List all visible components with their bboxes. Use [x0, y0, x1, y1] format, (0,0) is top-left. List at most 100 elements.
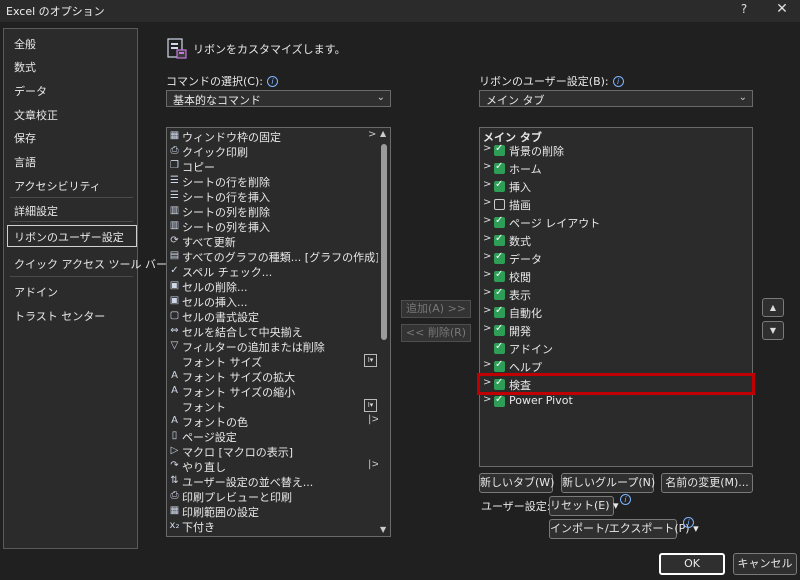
- list-item[interactable]: ▷ マクロ [マクロの表示]: [168, 444, 378, 459]
- list-item[interactable]: ⇔ セルを結合して中央揃え: [168, 324, 378, 339]
- list-item[interactable]: ▤ すべてのグラフの種類... [グラフの作成]: [168, 249, 380, 264]
- nav-item-general[interactable]: 全般: [14, 36, 36, 52]
- tree-item[interactable]: >開発: [483, 323, 749, 339]
- chevron-right-icon[interactable]: >: [483, 251, 491, 262]
- tree-item[interactable]: >ページ レイアウト: [483, 215, 749, 231]
- move-up-button[interactable]: ▲: [762, 298, 784, 317]
- checkbox[interactable]: [494, 199, 505, 210]
- help-button[interactable]: ?: [736, 2, 752, 18]
- tree-item[interactable]: >データ: [483, 251, 749, 267]
- rename-button[interactable]: 名前の変更(M)...: [661, 473, 753, 493]
- list-item[interactable]: フォント サイズ I▾: [168, 354, 378, 369]
- nav-item-proofing[interactable]: 文章校正: [14, 107, 58, 123]
- list-item[interactable]: A フォント サイズの縮小: [168, 384, 378, 399]
- list-item[interactable]: ▣ セルの削除...: [168, 279, 378, 294]
- list-item[interactable]: ▣ セルの挿入...: [168, 294, 378, 309]
- chevron-right-icon[interactable]: >: [483, 215, 491, 226]
- list-item[interactable]: ▥ シートの列を挿入: [168, 219, 378, 234]
- checkbox[interactable]: [494, 394, 505, 407]
- ok-button[interactable]: OK: [659, 553, 725, 575]
- list-item[interactable]: ⎙ クイック印刷: [168, 144, 378, 159]
- scroll-up-arrow-icon[interactable]: ▲: [380, 129, 386, 138]
- tree-item[interactable]: >校閲: [483, 269, 749, 285]
- tree-item[interactable]: >背景の削除: [483, 143, 749, 159]
- new-tab-button[interactable]: 新しいタブ(W): [479, 473, 554, 493]
- nav-item-language[interactable]: 言語: [14, 154, 36, 170]
- tree-item[interactable]: >表示: [483, 287, 749, 303]
- list-item[interactable]: ▥ シートの列を削除: [168, 204, 378, 219]
- cancel-button[interactable]: キャンセル: [733, 553, 797, 575]
- info-icon[interactable]: i: [266, 76, 278, 87]
- ribbon-dropdown[interactable]: メイン タブ ⌄: [479, 90, 753, 107]
- tree-item[interactable]: >自動化: [483, 305, 749, 321]
- checkbox[interactable]: [494, 359, 505, 372]
- info-icon[interactable]: i: [612, 76, 624, 87]
- nav-item-quick-access-toolbar[interactable]: クイック アクセス ツール バー: [14, 256, 167, 272]
- list-item[interactable]: ▦ ウィンドウ枠の固定 >: [168, 129, 378, 144]
- tree-item[interactable]: アドイン: [483, 341, 749, 357]
- nav-item-addins[interactable]: アドイン: [14, 284, 58, 300]
- checkbox[interactable]: [494, 305, 505, 318]
- chevron-right-icon[interactable]: >: [483, 359, 491, 370]
- chevron-right-icon[interactable]: >: [483, 197, 491, 208]
- tree-item[interactable]: > 描画: [483, 197, 749, 213]
- checkbox[interactable]: [494, 323, 505, 336]
- chevron-right-icon[interactable]: >: [483, 233, 491, 244]
- list-item[interactable]: ▭開く: [168, 534, 378, 536]
- chevron-right-icon[interactable]: >: [483, 323, 491, 334]
- ribbon-tabs-tree[interactable]: メイン タブ >背景の削除 >ホーム >挿入 >描画 >ページ レイアウト >数…: [479, 127, 753, 467]
- checkbox[interactable]: [494, 143, 505, 156]
- checkbox[interactable]: [494, 269, 505, 282]
- list-item[interactable]: ✓ スペル チェック...: [168, 264, 378, 279]
- list-item[interactable]: ▢ セルの書式設定: [168, 309, 378, 324]
- close-button[interactable]: ✕: [772, 1, 792, 19]
- list-item[interactable]: ▦ 印刷範囲の設定: [168, 504, 378, 519]
- nav-item-save[interactable]: 保存: [14, 130, 36, 146]
- scroll-down-arrow-icon[interactable]: ▼: [380, 525, 386, 534]
- tree-item[interactable]: >ホーム: [483, 161, 749, 177]
- info-icon[interactable]: i: [683, 517, 694, 528]
- commands-scrollbar-thumb[interactable]: [381, 144, 387, 340]
- move-down-button[interactable]: ▼: [762, 321, 784, 340]
- commands-list[interactable]: ▦ ウィンドウ枠の固定 > ⎙ クイック印刷 ❐ コピー ☰ シートの行を削除 ☰ シートの…: [166, 127, 391, 537]
- list-item[interactable]: x₂ 下付き: [168, 519, 378, 534]
- checkbox[interactable]: [494, 341, 505, 354]
- nav-item-customize-ribbon[interactable]: リボンのユーザー設定: [14, 229, 124, 245]
- chevron-right-icon[interactable]: >: [483, 143, 491, 154]
- list-item[interactable]: ▯ ページ設定: [168, 429, 378, 444]
- nav-item-advanced[interactable]: 詳細設定: [14, 203, 58, 219]
- chevron-right-icon[interactable]: >: [483, 287, 491, 298]
- list-item[interactable]: ⟳ すべて更新: [168, 234, 378, 249]
- nav-item-formulas[interactable]: 数式: [14, 59, 36, 75]
- checkbox[interactable]: [494, 161, 505, 174]
- info-icon[interactable]: i: [620, 494, 631, 505]
- list-item[interactable]: ▽ フィルターの追加または削除: [168, 339, 378, 354]
- list-item[interactable]: ☰ シートの行を挿入: [168, 189, 378, 204]
- checkbox[interactable]: [494, 287, 505, 300]
- list-item[interactable]: A フォント サイズの拡大: [168, 369, 378, 384]
- reset-button[interactable]: リセット(E) ▾: [549, 496, 619, 516]
- tree-item[interactable]: >Power Pivot: [483, 394, 749, 410]
- list-item[interactable]: ⇅ ユーザー設定の並べ替え...: [168, 474, 378, 489]
- chevron-right-icon[interactable]: >: [483, 305, 491, 316]
- new-group-button[interactable]: 新しいグループ(N): [561, 473, 655, 493]
- nav-item-data[interactable]: データ: [14, 83, 47, 99]
- tree-item[interactable]: >数式: [483, 233, 749, 249]
- import-export-button[interactable]: インポート/エクスポート(P) ▾: [549, 519, 699, 539]
- remove-button[interactable]: << 削除(R): [401, 324, 471, 342]
- tree-item[interactable]: >挿入: [483, 179, 749, 195]
- list-item[interactable]: ⎙ 印刷プレビューと印刷: [168, 489, 378, 504]
- commands-dropdown[interactable]: 基本的なコマンド ⌄: [166, 90, 391, 107]
- checkbox[interactable]: [494, 233, 505, 246]
- checkbox[interactable]: [494, 251, 505, 264]
- checkbox[interactable]: [494, 179, 505, 192]
- chevron-right-icon[interactable]: >: [483, 269, 491, 280]
- add-button[interactable]: 追加(A) >>: [401, 300, 471, 318]
- nav-item-trust-center[interactable]: トラスト センター: [14, 308, 105, 324]
- list-item[interactable]: ❐ コピー: [168, 159, 378, 174]
- list-item[interactable]: ↷ やり直し |>: [168, 459, 379, 474]
- list-item[interactable]: A フォントの色 |>: [168, 414, 380, 429]
- chevron-right-icon[interactable]: >: [483, 394, 491, 405]
- list-item[interactable]: ☰ シートの行を削除: [168, 174, 378, 189]
- chevron-right-icon[interactable]: >: [483, 161, 491, 172]
